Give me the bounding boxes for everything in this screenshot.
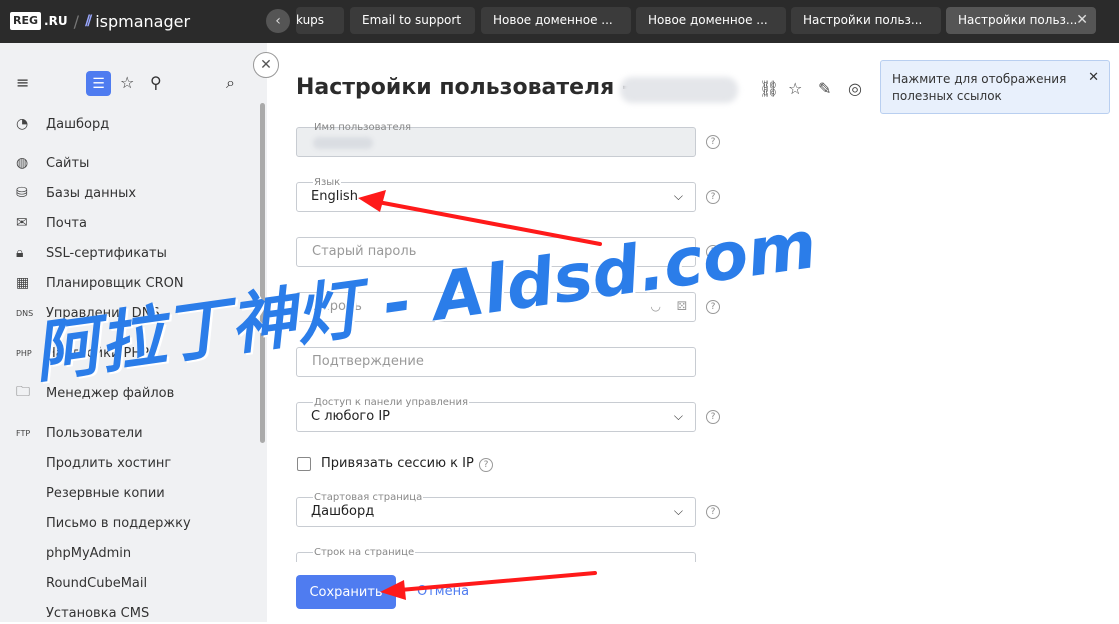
language-value: English	[311, 189, 358, 204]
tab-2[interactable]: Новое доменное ...	[481, 7, 631, 34]
help-icon[interactable]: ?	[706, 190, 720, 204]
sidebar-item-databases[interactable]: ⛁ Базы данных	[16, 182, 136, 204]
cancel-link[interactable]: Отмена	[417, 584, 469, 599]
placeholder: Подтверждение	[312, 354, 424, 369]
sidebar-item-mail[interactable]: ✉ Почта	[16, 212, 87, 234]
bind-session-checkbox[interactable]	[297, 457, 311, 471]
top-bar: REG .RU / // ispmanager ‹ kups Email to …	[0, 0, 1119, 43]
chevron-down-icon: ⌵	[673, 189, 683, 203]
sidebar-item-label: Дашборд	[46, 116, 110, 132]
access-value: С любого IP	[311, 409, 391, 424]
chevron-down-icon: ⌵	[673, 409, 683, 423]
sidebar-item-ssl[interactable]: 🔒︎ SSL-сертификаты	[16, 242, 167, 264]
sidebar-item-install-cms[interactable]: Установка CMS	[46, 602, 149, 624]
sidebar-item-label: Сайты	[46, 155, 90, 171]
chevron-left-icon[interactable]: ‹	[266, 9, 290, 33]
field-label: Стартовая страница	[313, 492, 424, 503]
sidebar-item-sites[interactable]: ◍ Сайты	[16, 152, 89, 174]
brand-ru: .RU	[44, 14, 68, 28]
mail-icon: ✉	[16, 215, 28, 231]
field-label: Строк на странице	[313, 547, 416, 558]
sidebar-item-users[interactable]: FTP Пользователи	[16, 422, 143, 444]
brand-ispmanager: ispmanager	[95, 11, 191, 31]
close-icon[interactable]: ✕	[1088, 69, 1099, 86]
tab-label: Настройки польз...	[958, 13, 1078, 27]
start-page-value: Дашборд	[311, 504, 375, 519]
brand-reg: REG	[10, 12, 42, 30]
clock-icon: ◔	[16, 116, 29, 132]
ftp-icon: FTP	[16, 428, 31, 438]
sidebar-item-label: phpMyAdmin	[46, 545, 132, 561]
page-title: Настройки пользователя -	[296, 75, 632, 100]
sidebar-item-dashboard[interactable]: ◔ Дашборд	[16, 113, 109, 135]
tab-0[interactable]: kups	[296, 7, 344, 34]
save-button[interactable]: Сохранить	[296, 575, 396, 609]
tab-label: Новое доменное ...	[493, 13, 613, 27]
tab-3[interactable]: Новое доменное ...	[636, 7, 786, 34]
help-icon[interactable]: ?	[479, 458, 493, 472]
link-icon[interactable]: ⛓	[759, 79, 779, 98]
search-icon[interactable]: ⌕	[226, 73, 235, 93]
field-label: Доступ к панели управления	[313, 397, 469, 408]
sidebar-item-label: Резервные копии	[46, 485, 165, 501]
sidebar-item-label: Базы данных	[46, 185, 137, 201]
star-icon[interactable]: ☆	[788, 79, 802, 98]
help-icon[interactable]: ?	[706, 135, 720, 149]
sidebar-item-renew-hosting[interactable]: Продлить хостинг	[46, 452, 171, 474]
access-select[interactable]: Доступ к панели управления С любого IP ⌵	[296, 397, 696, 432]
bind-session-label[interactable]: Привязать сессию к IP	[321, 456, 474, 471]
blurred-username	[620, 77, 738, 103]
brand-slash: /	[73, 11, 79, 31]
tooltip-text: Нажмите для отображения полезных ссылок	[892, 72, 1067, 103]
sidebar-item-label: Почта	[46, 215, 87, 231]
sidebar-item-phpmyadmin[interactable]: phpMyAdmin	[46, 542, 131, 564]
sidebar-item-label: Продлить хостинг	[46, 455, 172, 471]
close-icon[interactable]: ✕	[1076, 7, 1088, 34]
hamburger-menu-icon[interactable]: ≡	[16, 73, 29, 92]
field-label: Язык	[313, 177, 342, 188]
tab-5-active[interactable]: Настройки польз... ✕	[946, 7, 1096, 34]
useful-links-tooltip: Нажмите для отображения полезных ссылок …	[880, 60, 1110, 114]
lifebuoy-icon[interactable]: ◎	[848, 79, 862, 98]
sidebar-item-label: RoundCubeMail	[46, 575, 148, 591]
isp-mark-icon: //	[84, 13, 92, 29]
tab-label: Новое доменное ...	[648, 13, 768, 27]
chevron-down-icon: ⌵	[673, 504, 683, 518]
username-field: Имя пользователя	[296, 122, 696, 157]
sidebar-item-backups[interactable]: Резервные копии	[46, 482, 165, 504]
calendar-icon: ▦	[16, 275, 30, 291]
sidebar-item-label: SSL-сертификаты	[46, 245, 167, 261]
sidebar-toolbar: ≡ ☰ ☆ ⚲ ⌕	[16, 71, 246, 96]
sidebar-item-roundcube[interactable]: RoundCubeMail	[46, 572, 147, 594]
tab-label: Email to support	[362, 13, 462, 27]
help-icon[interactable]: ?	[706, 410, 720, 424]
brand-logo[interactable]: REG .RU / // ispmanager	[10, 10, 190, 32]
globe-icon: ◍	[16, 155, 29, 171]
sidebar-item-support-letter[interactable]: Письмо в поддержку	[46, 512, 191, 534]
sidebar-item-label: Установка CMS	[46, 605, 150, 621]
field-label: Имя пользователя	[314, 122, 412, 133]
settings-cursor-icon[interactable]: ⚲	[150, 73, 162, 92]
blurred-value	[313, 137, 373, 149]
tab-4[interactable]: Настройки польз...	[791, 7, 941, 34]
tab-1[interactable]: Email to support	[350, 7, 475, 34]
language-select[interactable]: Язык English ⌵	[296, 177, 696, 212]
database-icon: ⛁	[16, 185, 28, 201]
list-view-icon[interactable]: ☰	[86, 71, 111, 96]
start-page-select[interactable]: Стартовая страница Дашборд ⌵	[296, 492, 696, 527]
tab-label: Настройки польз...	[803, 13, 923, 27]
pin-icon[interactable]: ✎	[818, 79, 831, 98]
favorites-star-icon[interactable]: ☆	[120, 73, 134, 92]
lock-icon: 🔒︎	[16, 245, 24, 261]
sidebar-item-label: Письмо в поддержку	[46, 515, 191, 531]
close-icon[interactable]: ✕	[253, 52, 279, 78]
tab-label: kups	[296, 13, 325, 27]
rows-per-page-select[interactable]: Строк на странице	[296, 547, 696, 562]
sidebar-item-label: Пользователи	[46, 425, 143, 441]
help-icon[interactable]: ?	[706, 505, 720, 519]
